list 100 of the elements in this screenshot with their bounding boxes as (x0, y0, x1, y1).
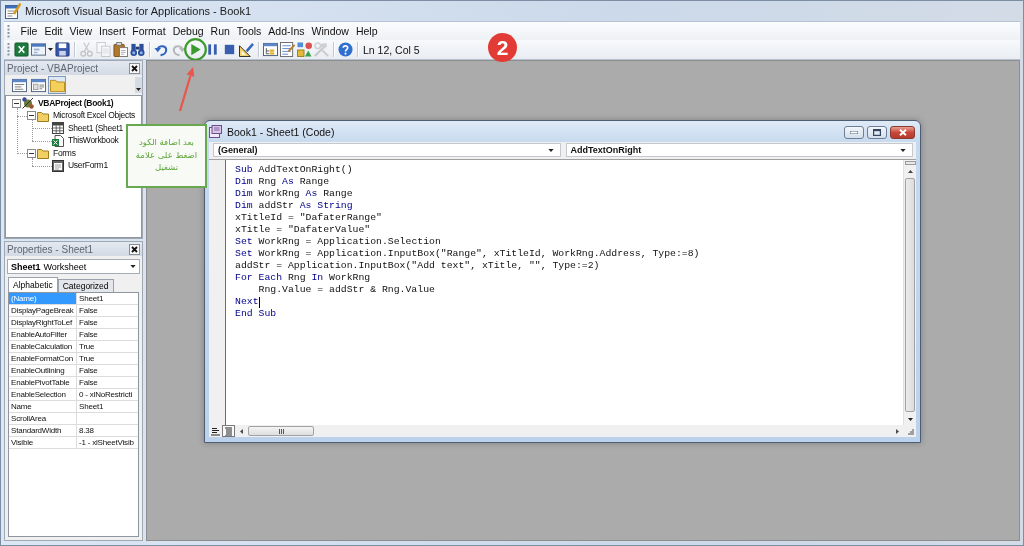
code-line: Rng.Value = addStr & Rng.Value (257, 284, 435, 296)
property-value[interactable]: False (77, 317, 138, 328)
split-handle[interactable] (904, 161, 916, 165)
shapes-icon (297, 42, 312, 57)
menu-item[interactable]: File (17, 23, 41, 39)
paste-button[interactable] (112, 40, 129, 59)
minimize-button[interactable] (844, 126, 864, 139)
down-arrow-icon (907, 417, 913, 421)
menu-item[interactable]: Run (207, 23, 234, 39)
close-button[interactable] (129, 62, 140, 74)
scrollbar-thumb[interactable] (248, 426, 314, 436)
project-icon (22, 97, 34, 110)
close-icon (898, 129, 907, 136)
toolbar-overflow-button[interactable] (135, 77, 142, 93)
close-button[interactable] (129, 243, 140, 255)
property-name[interactable]: ScrollArea (9, 413, 77, 424)
property-value[interactable]: 0 - xlNoRestricti (77, 389, 138, 400)
caret-icon (136, 88, 141, 91)
code-line: For Each Rng In WorkRng (235, 272, 371, 284)
folder-icon (49, 77, 65, 93)
folder-icon (37, 109, 49, 122)
menu-item[interactable]: Format (128, 23, 170, 39)
property-value[interactable]: True (77, 353, 138, 364)
menu-item[interactable]: Add-Ins (264, 23, 309, 39)
menu-item[interactable]: Window (308, 23, 353, 39)
maximize-button[interactable] (867, 126, 887, 139)
menu-item[interactable]: Tools (233, 23, 265, 39)
scrollbar-thumb[interactable] (905, 178, 915, 412)
property-value[interactable]: Sheet1 (77, 293, 138, 304)
tree-item[interactable]: Sheet1 (Sheet1 (67, 122, 124, 134)
property-name[interactable]: DisplayPageBreak (9, 305, 77, 316)
tree-item[interactable]: Forms (52, 147, 77, 159)
cursor-position: Ln 12, Col 5 (363, 43, 420, 56)
property-name[interactable]: EnableOutlining (9, 365, 77, 376)
tree-item[interactable]: VBAProject (Book1) (37, 97, 115, 109)
object-dropdown[interactable]: Sheet1 Worksheet (7, 259, 140, 274)
close-icon (131, 64, 138, 72)
property-name[interactable]: EnableFormatCon (9, 353, 77, 364)
menu-item[interactable]: Help (352, 23, 381, 39)
pane-title: Properties - Sheet1 (7, 243, 94, 255)
tree-item[interactable]: ThisWorkbook (67, 135, 120, 147)
property-name[interactable]: EnableAutoFilter (9, 329, 77, 340)
drag-handle-icon[interactable] (7, 24, 10, 38)
drag-handle-icon[interactable] (7, 43, 10, 56)
menu-item[interactable]: Debug (169, 23, 208, 39)
code-line: addStr = Application.InputBox("Add text", xTitle, "", Type:=2) (235, 260, 600, 272)
pane-title: Project - VBAProject (7, 62, 99, 74)
insert-form-button[interactable] (30, 40, 54, 59)
property-value[interactable]: Sheet1 (77, 401, 138, 412)
properties-button[interactable] (279, 40, 296, 59)
procedure-dropdown[interactable]: AddTextOnRight (565, 143, 913, 157)
object-browser-button[interactable] (296, 40, 313, 59)
toggle-folders-button[interactable] (48, 76, 66, 94)
property-name[interactable]: Name (9, 401, 77, 412)
property-value[interactable]: 8.38 (77, 425, 138, 436)
design-mode-button[interactable] (238, 40, 255, 59)
property-value[interactable]: True (77, 341, 138, 352)
module-view-icon (224, 426, 233, 436)
procedure-view-button[interactable] (209, 425, 222, 437)
property-value[interactable]: -1 - xlSheetVisib (77, 437, 138, 448)
view-spreadsheet-button[interactable] (13, 40, 30, 59)
view-object-button[interactable] (29, 76, 47, 94)
code-line: Dim addStr As String (235, 200, 353, 212)
property-name[interactable]: DisplayRightToLef (9, 317, 77, 328)
help-button[interactable] (337, 40, 354, 59)
vertical-scrollbar[interactable] (903, 160, 916, 425)
up-arrow-icon (907, 169, 913, 173)
module-view-button[interactable] (222, 425, 235, 437)
properties-tab[interactable]: Categorized (57, 279, 114, 292)
collapse-icon[interactable] (27, 111, 36, 121)
project-explorer-button[interactable] (262, 40, 279, 59)
property-value[interactable]: False (77, 305, 138, 316)
property-name[interactable]: StandardWidth (9, 425, 77, 436)
property-value[interactable]: False (77, 365, 138, 376)
menu-item[interactable]: Insert (95, 23, 129, 39)
property-name[interactable]: EnablePivotTable (9, 377, 77, 388)
property-sheet-icon (280, 42, 295, 57)
pointer-arrow (179, 66, 196, 112)
property-name[interactable]: Visible (9, 437, 77, 448)
tree-item[interactable]: Microsoft Excel Objects (52, 110, 136, 122)
menu-item[interactable]: View (66, 23, 96, 39)
property-name[interactable]: EnableCalculation (9, 341, 77, 352)
code-line: Set WorkRng = Application.InputBox("Range", xTitleId, WorkRng.Address, Type:=8) (235, 248, 700, 260)
properties-tab[interactable]: Alphabetic (8, 277, 58, 292)
object-dropdown[interactable]: (General) (213, 143, 561, 157)
close-icon (131, 245, 138, 253)
property-name[interactable]: EnableSelection (9, 389, 77, 400)
menu-item[interactable]: Edit (40, 23, 66, 39)
resize-grip-icon[interactable] (908, 429, 914, 435)
grip-icon (278, 428, 284, 434)
pause-icon (205, 42, 220, 57)
collapse-icon[interactable] (12, 98, 21, 108)
property-value[interactable]: False (77, 377, 138, 388)
close-button[interactable] (890, 126, 915, 139)
tree-item[interactable]: UserForm1 (67, 160, 109, 172)
property-value[interactable]: False (77, 329, 138, 340)
clipboard-icon (113, 42, 128, 57)
view-code-button[interactable] (10, 76, 28, 94)
collapse-icon[interactable] (27, 148, 36, 158)
save-button[interactable] (54, 40, 71, 59)
